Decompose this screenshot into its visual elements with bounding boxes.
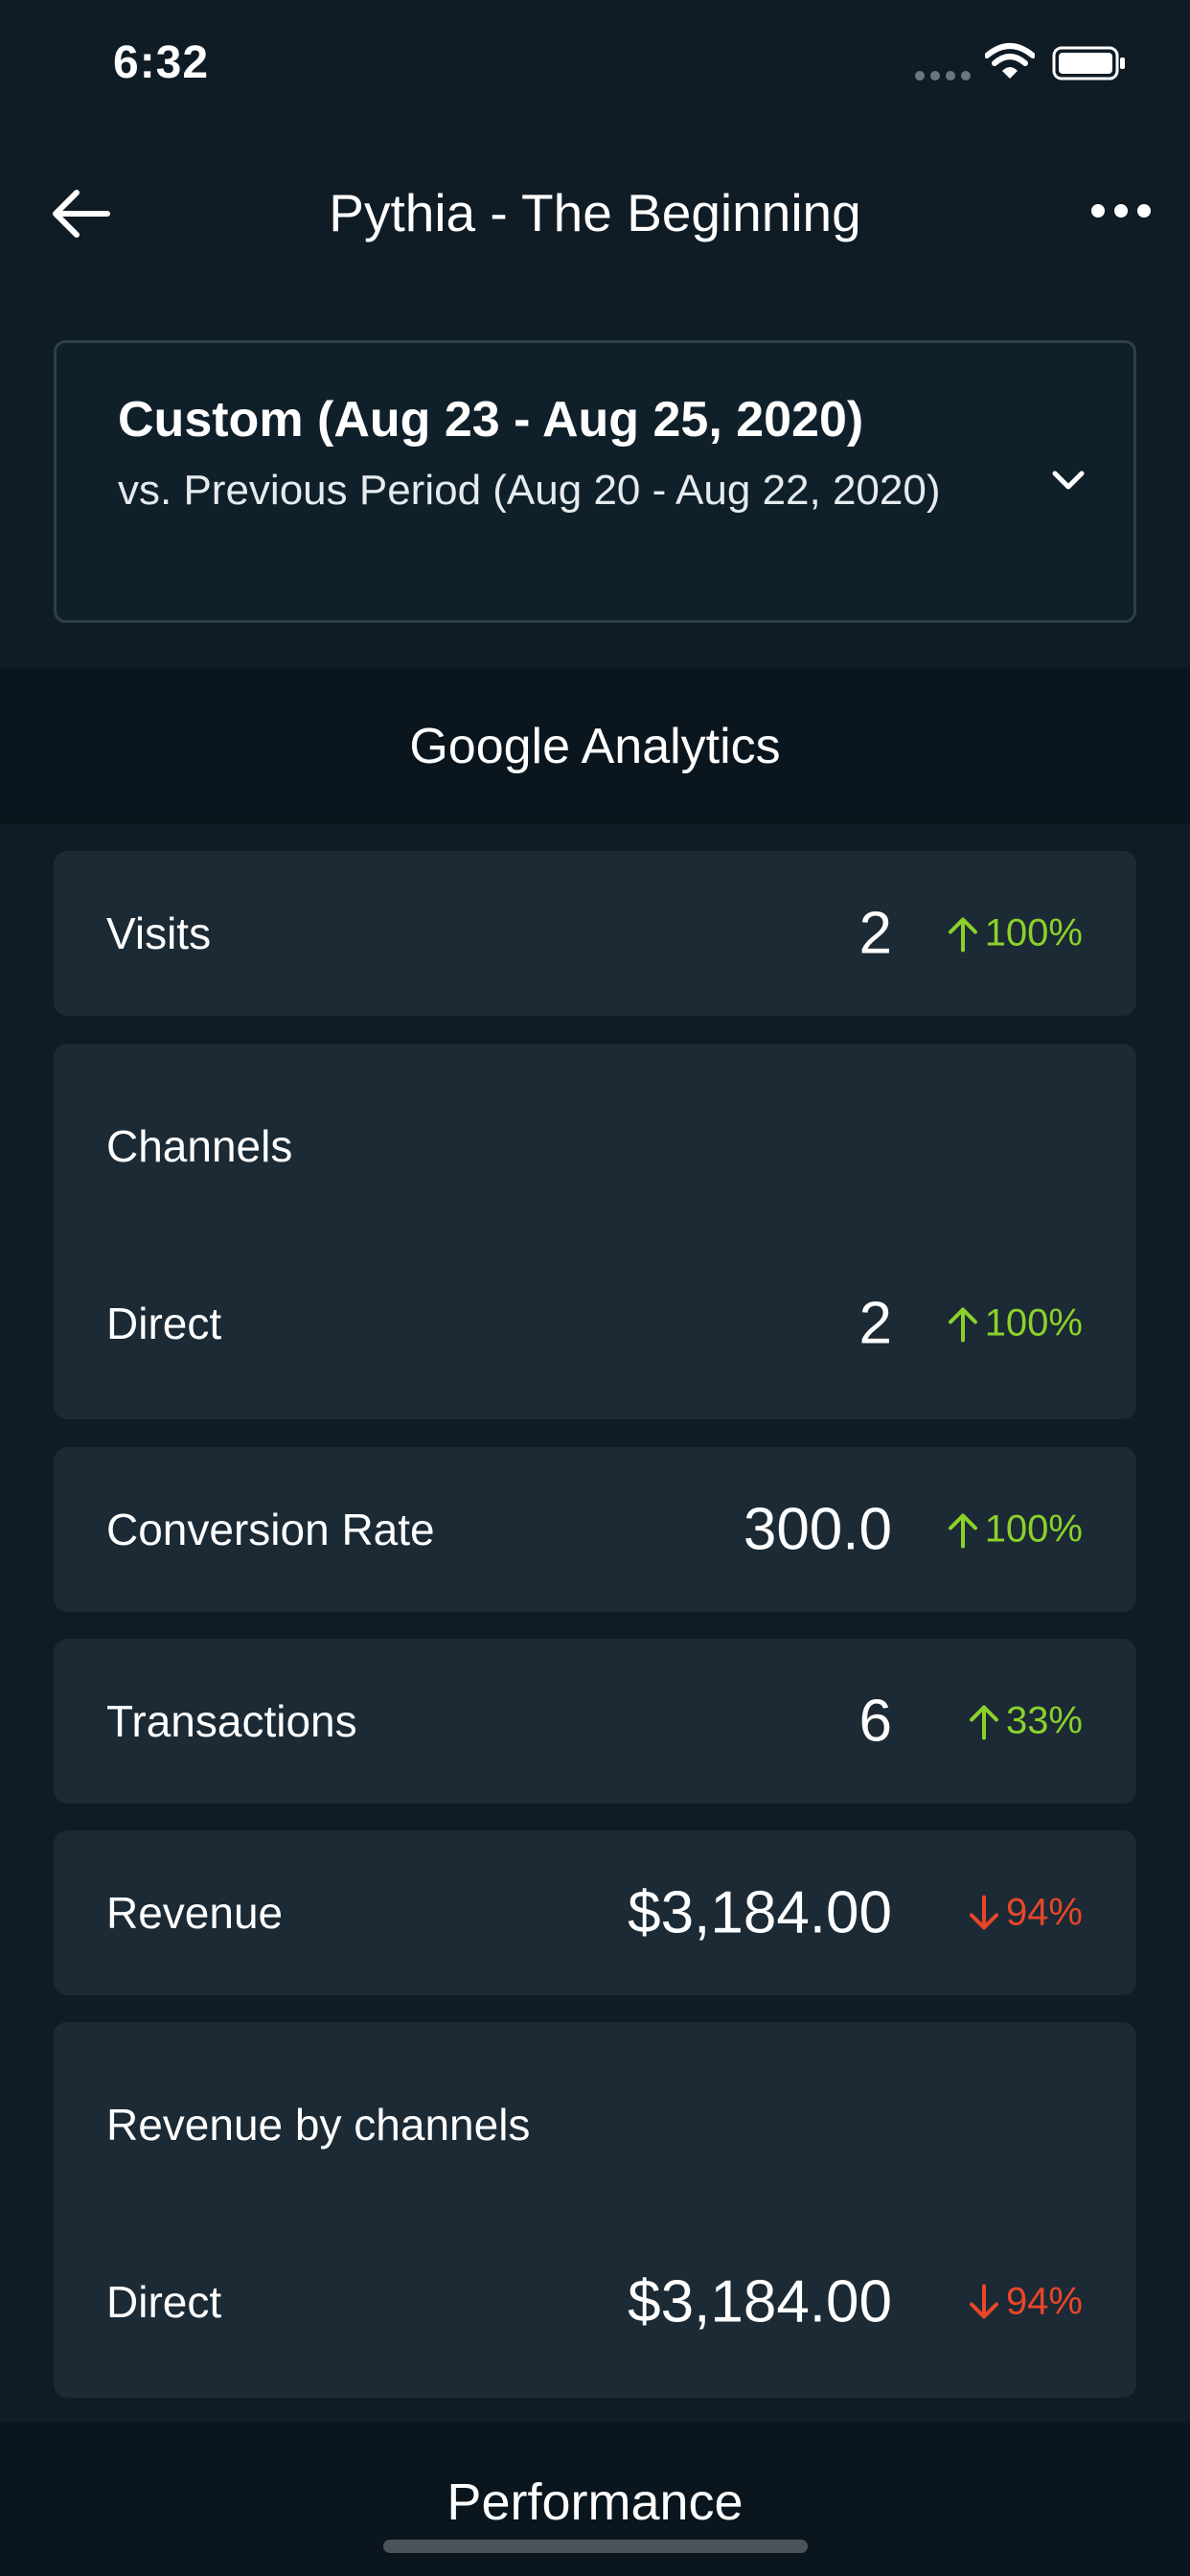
arrow-up-icon bbox=[969, 1705, 998, 1739]
metric-label: Visits bbox=[106, 908, 212, 958]
arrow-up-icon bbox=[948, 1513, 977, 1548]
delta-percent: 94% bbox=[1005, 1891, 1083, 1934]
transactions-row: Transactions 6 33% bbox=[54, 1673, 1136, 1769]
metric-delta: 100% bbox=[947, 1508, 1083, 1552]
screen: 6:32 Pythia - The Beginning Custom (Aug … bbox=[0, 0, 1190, 2576]
date-range-selector[interactable]: Custom (Aug 23 - Aug 25, 2020) vs. Previ… bbox=[54, 340, 1136, 623]
metric-label: Conversion Rate bbox=[106, 1505, 435, 1554]
metric-value: 2 bbox=[858, 1290, 892, 1357]
home-indicator[interactable] bbox=[383, 2540, 808, 2553]
metric-delta: 33% bbox=[968, 1700, 1083, 1743]
delta-percent: 33% bbox=[1005, 1699, 1083, 1742]
metric-delta: 100% bbox=[947, 1302, 1083, 1346]
status-time: 6:32 bbox=[113, 37, 210, 88]
conversion-rate-row: Conversion Rate 300.0 100% bbox=[54, 1482, 1136, 1577]
date-range-comparison: vs. Previous Period (Aug 20 - Aug 22, 20… bbox=[118, 467, 941, 514]
delta-percent: 100% bbox=[984, 1301, 1083, 1345]
arrow-down-icon bbox=[969, 2284, 998, 2318]
arrow-up-icon bbox=[948, 917, 977, 952]
delta-percent: 100% bbox=[984, 911, 1083, 954]
revenue-row: Revenue $3,184.00 94% bbox=[54, 1865, 1136, 1961]
nav-header: Pythia - The Beginning bbox=[0, 153, 1190, 268]
page-title: Pythia - The Beginning bbox=[329, 183, 861, 242]
bottom-tab-bar: Performance bbox=[0, 2423, 1190, 2576]
metric-delta: 100% bbox=[947, 912, 1083, 955]
channels-direct-row: Direct 2 100% bbox=[54, 1276, 1136, 1371]
metric-label: Direct bbox=[106, 1299, 222, 1348]
delta-percent: 94% bbox=[1005, 2280, 1083, 2323]
arrow-down-icon bbox=[969, 1895, 998, 1929]
conversion-rate-card[interactable]: Conversion Rate 300.0 100% bbox=[54, 1447, 1136, 1612]
metric-delta: 94% bbox=[968, 1892, 1083, 1935]
more-horizontal-icon[interactable] bbox=[1087, 192, 1155, 230]
revenue-by-channels-card[interactable]: Revenue by channels Direct $3,184.00 94% bbox=[54, 2022, 1136, 2398]
metric-label: Direct bbox=[106, 2277, 222, 2327]
revenue-card[interactable]: Revenue $3,184.00 94% bbox=[54, 1830, 1136, 1995]
metric-value: 6 bbox=[858, 1688, 892, 1755]
section-header: Google Analytics bbox=[0, 668, 1190, 824]
delta-percent: 100% bbox=[984, 1507, 1083, 1551]
metric-value: $3,184.00 bbox=[628, 2268, 892, 2335]
date-range-primary: Custom (Aug 23 - Aug 25, 2020) bbox=[118, 392, 864, 448]
channels-title: Channels bbox=[106, 1121, 293, 1171]
metric-label: Transactions bbox=[106, 1696, 357, 1746]
revenue-by-channels-title: Revenue by channels bbox=[106, 2100, 531, 2150]
wifi-icon bbox=[985, 43, 1035, 79]
section-title: Google Analytics bbox=[409, 718, 781, 774]
arrow-up-icon bbox=[948, 1307, 977, 1342]
signal-icon bbox=[915, 71, 971, 80]
transactions-card[interactable]: Transactions 6 33% bbox=[54, 1639, 1136, 1804]
revenue-by-channels-direct-row: Direct $3,184.00 94% bbox=[54, 2254, 1136, 2350]
battery-icon bbox=[1052, 46, 1125, 80]
visits-row: Visits 2 100% bbox=[54, 886, 1136, 981]
tab-performance[interactable]: Performance bbox=[0, 2472, 1190, 2532]
metric-value: 300.0 bbox=[743, 1496, 892, 1563]
visits-card[interactable]: Visits 2 100% bbox=[54, 851, 1136, 1016]
metric-label: Revenue bbox=[106, 1888, 284, 1938]
status-bar: 6:32 bbox=[0, 0, 1190, 129]
chevron-down-icon bbox=[1052, 471, 1085, 490]
metric-delta: 94% bbox=[968, 2281, 1083, 2324]
metric-value: $3,184.00 bbox=[628, 1879, 892, 1946]
metric-value: 2 bbox=[858, 900, 892, 967]
channels-card[interactable]: Channels Direct 2 100% bbox=[54, 1044, 1136, 1419]
